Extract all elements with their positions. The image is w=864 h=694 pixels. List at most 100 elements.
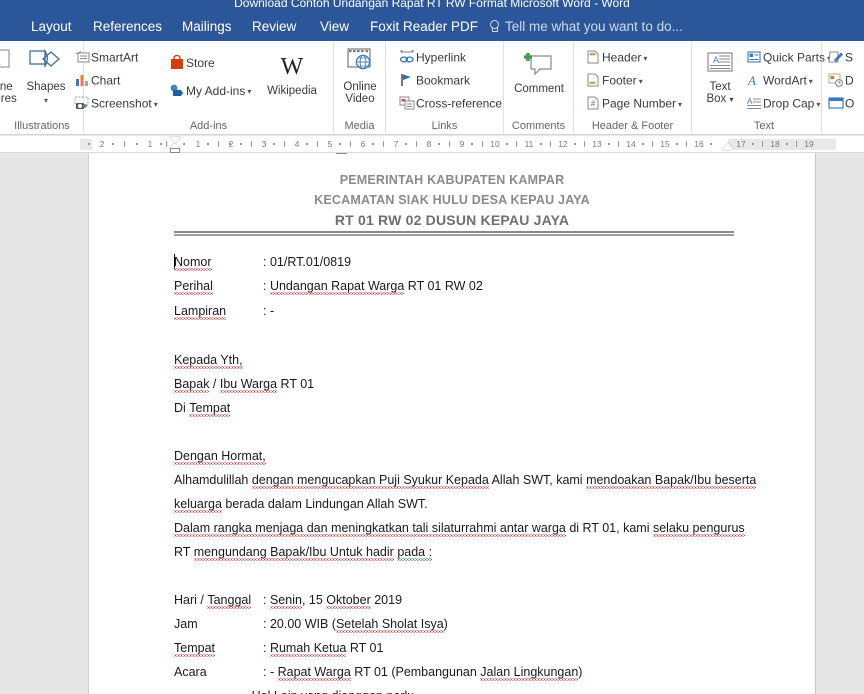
new-comment-button[interactable]: Comment [504,51,574,95]
ribbon-group-text: A TextBox ▾ Quick Parts▾ [692,41,831,135]
text-box-label: Text Box ▾ [706,80,734,106]
drop-cap-caret-icon[interactable]: ▾ [816,100,820,109]
ruler-tick-1: 1 [195,139,201,149]
footer-caret-icon[interactable]: ▾ [639,77,643,86]
detail-value-acara: : - Rapat Warga RT 01 (Pembangunan Jalan… [263,665,583,681]
salutation: Dengan Hormat, [174,449,266,465]
tell-me-placeholder: Tell me what you want to do... [505,19,683,34]
window-title: Download Contoh Undangan Rapat RT RW For… [234,0,630,10]
wordart-icon: A [746,73,763,90]
online-video-button[interactable]: Online Video [334,47,386,106]
shapes-label: Shapes [26,80,66,93]
shapes-caret-icon[interactable]: ▾ [22,95,70,108]
group-label-illustrations: Illustrations [14,120,70,132]
detail-value-jam: : 20.00 WIB (Setelah Sholat Isya) [263,617,448,633]
ruler-tick-8: 8 [426,139,432,149]
left-indent-marker[interactable] [169,136,181,153]
quick-parts-button[interactable]: Quick Parts▾ [746,50,831,67]
footer-label: Footer [602,73,637,88]
svg-text:A: A [713,55,719,65]
online-pictures-icon [0,49,11,81]
online-pictures-button[interactable]: OnlinePictures [0,49,22,106]
tab-mailings[interactable]: Mailings [173,12,241,41]
ruler-tick-11: 11 [524,139,534,149]
my-addins-button[interactable]: My Add-ins ▾ [169,83,251,101]
ribbon-tab-strip: Layout References Mailings Review View F… [0,12,864,41]
ruler-tick-6: 6 [360,139,366,149]
shapes-icon [28,48,64,81]
group-label-links: Links [431,120,458,132]
page-number-label: Page Number [602,96,677,111]
detail-value-hari-tanggal: : Senin, 15 Oktober 2019 [263,593,403,609]
bookmark-label: Bookmark [416,73,471,88]
detail-label-tempat: Tempat [174,641,215,657]
lightbulb-icon [487,19,500,33]
tab-layout[interactable]: Layout [22,12,81,41]
tab-view[interactable]: View [311,12,358,41]
wikipedia-label: Wikipedia [267,84,317,97]
store-icon [169,54,186,73]
ruler-tick-17: 17 [736,139,746,149]
signature-line-icon [828,50,845,67]
my-addins-icon [169,83,186,101]
document-page[interactable]: PEMERINTAH KABUPATEN KAMPAR KECAMATAN SI… [88,153,816,694]
right-indent-marker[interactable] [722,143,734,150]
field-label-nomor: Nomor [174,255,212,271]
object-label: O [845,96,855,111]
group-label-comments: Comments [511,120,566,132]
document-canvas[interactable]: PEMERINTAH KABUPATEN KAMPAR KECAMATAN SI… [0,153,864,694]
field-value-nomor: : 01/RT.01/0819 [263,255,352,269]
header-caret-icon[interactable]: ▾ [643,54,647,63]
letterhead-line-3: RT 01 RW 02 DUSUN KEPAU JAYA [334,212,570,228]
hyperlink-button[interactable]: Hyperlink [399,47,466,67]
detail-value-acara-continuation: - Hal Lain yang dianggap perlu [244,689,414,694]
paragraph-1-line-2: keluarga berada dalam Lindungan Allah SW… [174,497,428,513]
page-number-caret-icon[interactable]: ▾ [678,100,682,109]
horizontal-ruler[interactable]: 2 1 1 2 3 4 5 6 7 8 9 10 11 12 13 14 15 … [0,136,864,153]
date-and-time-button[interactable]: D [828,73,854,90]
ribbon-group-illustrations: OnlinePictures Shapes ▾ Sma [0,41,158,135]
drop-cap-button[interactable]: A Drop Cap ▾ [746,96,820,113]
footer-button[interactable]: Footer ▾ [585,73,643,90]
bookmark-button[interactable]: Bookmark [399,73,470,90]
wordart-caret-icon[interactable]: ▾ [809,77,813,86]
date-and-time-label: D [845,73,854,88]
tell-me-search-box[interactable]: Tell me what you want to do... [487,12,683,41]
group-label-media: Media [344,120,375,132]
svg-text:A: A [747,73,756,87]
header-button[interactable]: Header ▾ [585,50,647,67]
ruler-tick-16: 16 [694,139,704,149]
ruler-tick-3: 3 [261,139,267,149]
ruler-tick-2: 2 [228,139,234,149]
ruler-tick-14: 14 [626,139,636,149]
signature-line-button[interactable]: S [828,50,853,67]
detail-label-hari-tanggal: Hari / Tanggal [174,593,252,609]
ruler-tick-5: 5 [327,139,333,149]
new-comment-icon [522,51,556,83]
text-box-button[interactable]: A Text Box ▾ [696,51,744,107]
address-line-2: Bapak / Ibu Warga RT 01 [174,377,315,393]
svg-text:#: # [591,100,596,109]
store-button[interactable]: Store [169,54,215,73]
cross-reference-icon [399,96,416,113]
tab-review[interactable]: Review [243,12,305,41]
my-addins-caret-icon[interactable]: ▾ [247,87,251,96]
tab-references[interactable]: References [84,12,171,41]
field-value-perihal: : Undangan Rapat Warga RT 01 RW 02 [263,279,483,295]
wordart-button[interactable]: A WordArt ▾ [746,73,813,90]
tab-foxit-reader-pdf[interactable]: Foxit Reader PDF [361,12,487,41]
cross-reference-button[interactable]: Cross-reference [399,96,502,113]
header-label: Header [602,50,642,65]
paragraph-2-line-2: RT mengundang Bapak/Ibu Untuk hadir pada… [174,545,433,561]
object-button[interactable]: O [828,96,854,113]
paragraph-1-line-1: Alhamdulillah dengan mengucapkan Puji Sy… [174,473,757,489]
group-label-add-ins: Add-ins [189,120,228,132]
shapes-button[interactable]: Shapes ▾ [22,48,70,108]
online-pictures-label: OnlinePictures [0,80,17,106]
wikipedia-button[interactable]: W Wikipedia [260,51,324,97]
page-number-button[interactable]: # Page Number ▾ [585,96,682,113]
ruler-tick-13: 13 [592,139,602,149]
detail-value-tempat: : Rumah Ketua RT 01 [263,641,384,657]
drop-cap-icon: A [746,96,763,113]
letterhead-line-2: KECAMATAN SIAK HULU DESA KEPAU JAYA [314,193,590,207]
